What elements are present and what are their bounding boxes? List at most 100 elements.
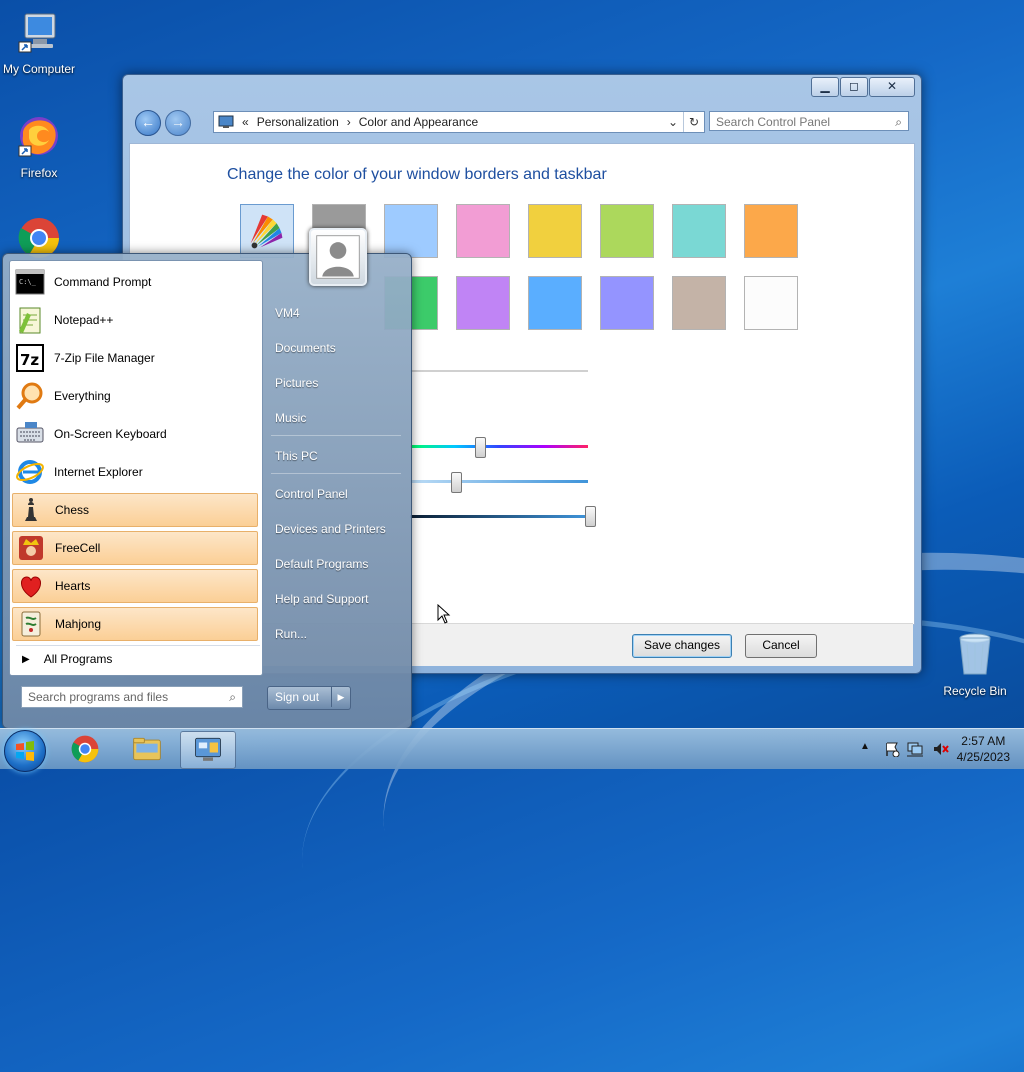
search-control-panel-input[interactable]: Search Control Panel ⌕ xyxy=(709,111,909,131)
program-freecell[interactable]: FreeCell xyxy=(12,531,258,565)
save-changes-button[interactable]: Save changes xyxy=(632,634,732,658)
start-item-pictures[interactable]: Pictures xyxy=(275,376,318,390)
start-item-control-panel[interactable]: Control Panel xyxy=(275,487,348,501)
breadcrumb-color-appearance[interactable]: Color and Appearance xyxy=(359,115,478,129)
color-swatch-violet[interactable] xyxy=(600,276,654,330)
chevron-down-icon[interactable]: ⌄ xyxy=(664,112,682,132)
notepad-plus-plus-icon xyxy=(14,304,46,336)
computer-icon xyxy=(18,13,56,53)
saturation-slider-track[interactable] xyxy=(410,480,588,483)
search-icon: ⌕ xyxy=(229,690,236,704)
back-button[interactable]: ← xyxy=(135,110,161,136)
taskbar-control-panel[interactable] xyxy=(180,731,236,769)
start-item-documents[interactable]: Documents xyxy=(275,341,336,355)
show-hidden-icons-icon[interactable]: ▲ xyxy=(860,741,870,752)
color-swatch-teal[interactable] xyxy=(672,204,726,258)
sign-out-button[interactable]: Sign out ▶ xyxy=(267,686,351,710)
all-programs-button[interactable]: ▶ All Programs xyxy=(16,645,260,672)
separator xyxy=(271,435,401,436)
system-clock[interactable]: 2:57 AM 4/25/2023 xyxy=(957,733,1010,765)
recycle-bin-icon xyxy=(959,633,991,675)
hue-slider-track[interactable] xyxy=(410,445,588,448)
program-label: Mahjong xyxy=(55,617,102,631)
desktop-icon-firefox[interactable]: Firefox xyxy=(0,112,84,180)
program-label: Everything xyxy=(54,389,111,403)
start-button[interactable] xyxy=(4,730,46,772)
control-panel-icon xyxy=(218,115,234,128)
taskbar-file-explorer[interactable] xyxy=(120,731,174,767)
arrow-right-icon: ▶ xyxy=(22,653,30,665)
program-command-prompt[interactable]: C:\_ Command Prompt xyxy=(12,265,258,299)
start-item-help-support[interactable]: Help and Support xyxy=(275,592,368,606)
color-swatch-frost[interactable] xyxy=(744,276,798,330)
hue-slider-thumb[interactable] xyxy=(475,437,486,458)
mouse-cursor-icon xyxy=(437,604,451,624)
mahjong-tile-icon xyxy=(15,608,47,640)
color-swatch-custom[interactable] xyxy=(240,204,294,258)
address-bar[interactable]: « Personalization › Color and Appearance… xyxy=(213,111,705,133)
user-picture[interactable] xyxy=(309,228,367,286)
desktop-icon-label: Firefox xyxy=(20,166,58,180)
volume-muted-icon[interactable] xyxy=(932,741,950,757)
search-programs-input[interactable]: Search programs and files ⌕ xyxy=(21,686,243,708)
chess-icon xyxy=(15,494,47,526)
color-swatch-lavender[interactable] xyxy=(456,276,510,330)
color-swatch-orange[interactable] xyxy=(744,204,798,258)
chrome-icon xyxy=(71,735,99,763)
color-swatch-sky[interactable] xyxy=(384,204,438,258)
close-button[interactable]: ✕ xyxy=(869,77,915,97)
brightness-slider-track[interactable] xyxy=(410,515,588,518)
saturation-slider-thumb[interactable] xyxy=(451,472,462,493)
taskbar: ▲ 2:57 AM 4/25/2023 xyxy=(0,728,1024,772)
desktop-icon-recycle-bin[interactable]: Recycle Bin xyxy=(930,630,1020,698)
program-mahjong[interactable]: Mahjong xyxy=(12,607,258,641)
breadcrumb-overflow[interactable]: « xyxy=(242,115,249,129)
program-internet-explorer[interactable]: Internet Explorer xyxy=(12,455,258,489)
desktop-icon-my-computer[interactable]: My Computer xyxy=(0,8,84,76)
breadcrumb-personalization[interactable]: Personalization xyxy=(257,115,339,129)
start-item-default-programs[interactable]: Default Programs xyxy=(275,557,368,571)
magnifier-icon xyxy=(14,380,46,412)
program-chess[interactable]: Chess xyxy=(12,493,258,527)
internet-explorer-icon xyxy=(14,456,46,488)
breadcrumb-separator: › xyxy=(346,115,351,129)
color-swatch-taupe[interactable] xyxy=(672,276,726,330)
cancel-button[interactable]: Cancel xyxy=(745,634,817,658)
color-swatch-blue[interactable] xyxy=(528,276,582,330)
search-placeholder: Search programs and files xyxy=(28,690,169,704)
program-label: Internet Explorer xyxy=(54,465,143,479)
program-label: On-Screen Keyboard xyxy=(54,427,167,441)
start-item-devices-printers[interactable]: Devices and Printers xyxy=(275,522,386,536)
program-7zip[interactable]: 7z 7-Zip File Manager xyxy=(12,341,258,375)
start-item-music[interactable]: Music xyxy=(275,411,306,425)
brightness-slider-thumb[interactable] xyxy=(585,506,596,527)
program-on-screen-keyboard[interactable]: On-Screen Keyboard xyxy=(12,417,258,451)
start-menu: C:\_ Command Prompt Notepad++ 7z 7-Zip F… xyxy=(2,228,412,729)
program-label: 7-Zip File Manager xyxy=(54,351,155,365)
color-swatch-pink[interactable] xyxy=(456,204,510,258)
start-item-run[interactable]: Run... xyxy=(275,627,307,641)
all-programs-label: All Programs xyxy=(43,652,113,666)
taskbar-chrome[interactable] xyxy=(58,731,112,767)
action-center-flag-icon[interactable] xyxy=(884,741,900,757)
network-icon[interactable] xyxy=(906,741,924,757)
start-item-this-pc[interactable]: This PC xyxy=(275,449,318,463)
program-notepad-plus-plus[interactable]: Notepad++ xyxy=(12,303,258,337)
shutdown-options-arrow-icon[interactable]: ▶ xyxy=(331,687,350,707)
navigation-bar: ← → « Personalization › Color and Appear… xyxy=(131,109,915,136)
program-hearts[interactable]: Hearts xyxy=(12,569,258,603)
start-item-user[interactable]: VM4 xyxy=(275,306,300,320)
sign-out-label: Sign out xyxy=(275,690,320,704)
svg-text:C:\_: C:\_ xyxy=(19,278,37,286)
clock-time: 2:57 AM xyxy=(961,734,1006,748)
color-swatch-yellow[interactable] xyxy=(528,204,582,258)
refresh-icon[interactable]: ↻ xyxy=(683,112,704,132)
7zip-icon: 7z xyxy=(14,342,46,374)
keyboard-icon xyxy=(14,418,46,450)
color-swatch-lime[interactable] xyxy=(600,204,654,258)
maximize-button[interactable]: ◻ xyxy=(840,77,868,97)
minimize-button[interactable]: ▁ xyxy=(811,77,839,97)
forward-button[interactable]: → xyxy=(165,110,191,136)
program-everything[interactable]: Everything xyxy=(12,379,258,413)
program-label: Notepad++ xyxy=(54,313,114,327)
